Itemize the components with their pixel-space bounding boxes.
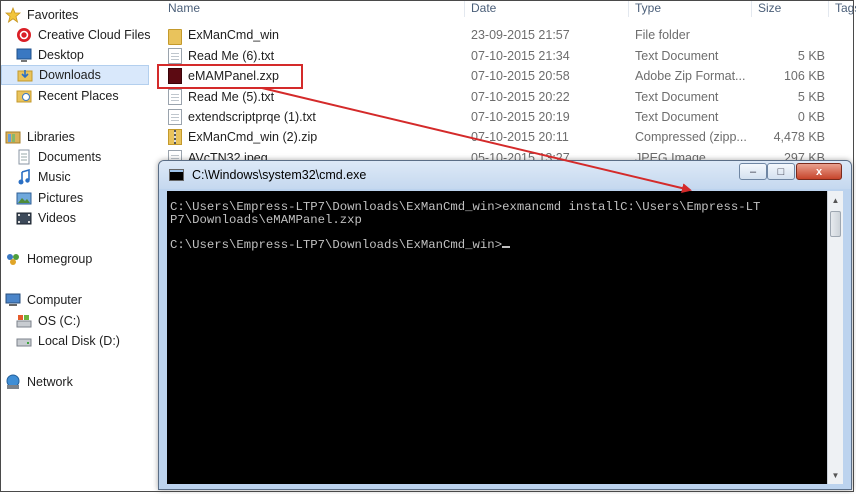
screenshot-frame <box>0 0 854 492</box>
